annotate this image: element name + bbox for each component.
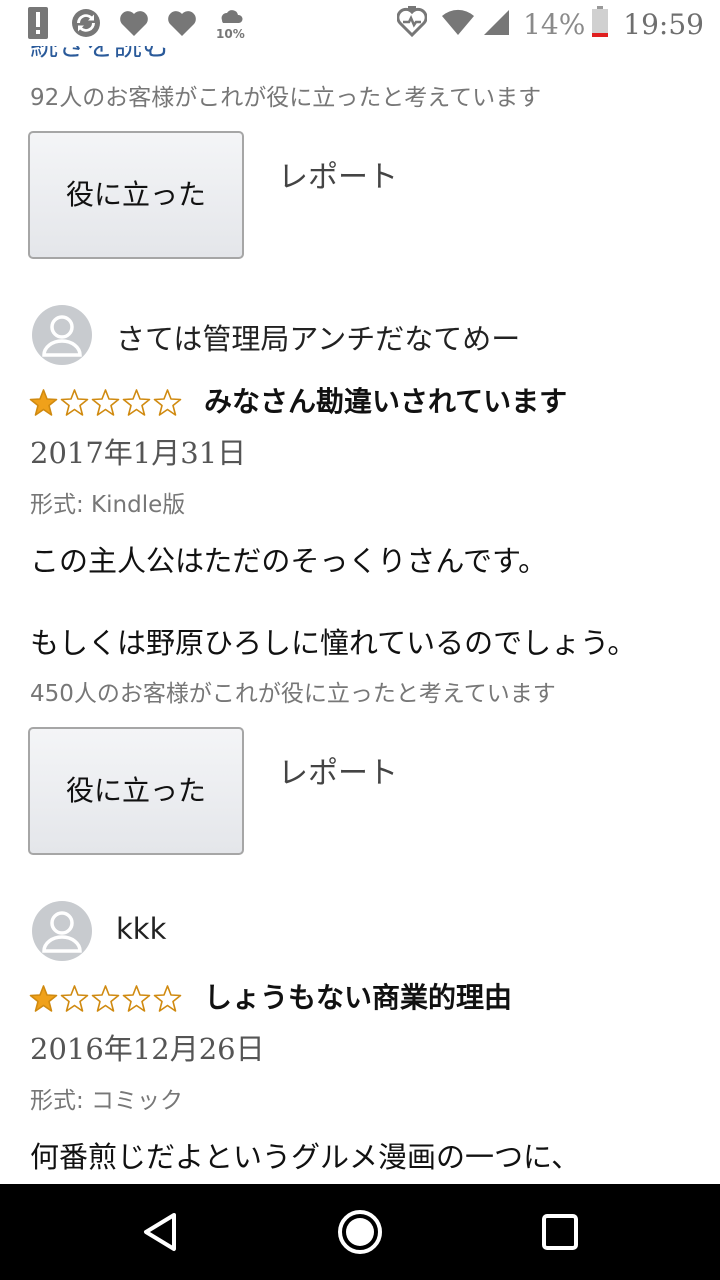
star-empty-icon (91, 389, 120, 416)
home-icon[interactable] (326, 1198, 394, 1266)
review-title[interactable]: しょうもない商業的理由 (204, 976, 512, 1016)
helpful-button[interactable]: 役に立った (28, 131, 244, 259)
reviewer-name[interactable]: kkk (116, 912, 166, 946)
user-icon (42, 315, 82, 357)
star-rating (28, 388, 183, 418)
avatar[interactable] (32, 305, 92, 365)
reviews-content: 続きを読む 92人のお客様がこれが役に立ったと考えています 役に立った レポート… (0, 0, 720, 1184)
helpful-button[interactable]: 役に立った (28, 727, 244, 855)
report-link[interactable]: レポート (278, 748, 398, 792)
report-link[interactable]: レポート (278, 152, 398, 196)
review-body-line: この主人公はただのそっくりさんです。 (30, 544, 548, 578)
star-empty-icon (153, 389, 182, 416)
recents-icon[interactable] (526, 1198, 594, 1266)
review-title[interactable]: みなさん勘違いされています (204, 380, 567, 420)
star-filled-icon (29, 389, 58, 416)
review-date: 2016年12月26日 (30, 1032, 265, 1066)
review-body-line: もしくは野原ひろしに憧れているのでしょう。 (30, 626, 637, 660)
star-rating (28, 984, 183, 1014)
back-icon[interactable] (126, 1198, 194, 1266)
navigation-bar (0, 1184, 720, 1280)
helpful-count-text: 92人のお客様がこれが役に立ったと考えています (30, 85, 542, 111)
review-format: 形式: コミック (30, 1088, 184, 1114)
reviewer-name[interactable]: さては管理局アンチだなてめー (116, 316, 520, 358)
user-icon (42, 911, 82, 953)
read-more-link[interactable]: 続きを読む (30, 46, 170, 64)
helpful-count-text: 450人のお客様がこれが役に立ったと考えています (30, 681, 556, 707)
star-empty-icon (60, 389, 89, 416)
star-empty-icon (91, 985, 120, 1012)
star-empty-icon (122, 389, 151, 416)
review-format: 形式: Kindle版 (30, 492, 186, 518)
star-empty-icon (60, 985, 89, 1012)
avatar[interactable] (32, 901, 92, 961)
star-empty-icon (153, 985, 182, 1012)
star-filled-icon (29, 985, 58, 1012)
review-date: 2017年1月31日 (30, 436, 247, 470)
review-body-line: 何番煎じだよというグルメ漫画の一つに、 (30, 1140, 581, 1174)
star-empty-icon (122, 985, 151, 1012)
